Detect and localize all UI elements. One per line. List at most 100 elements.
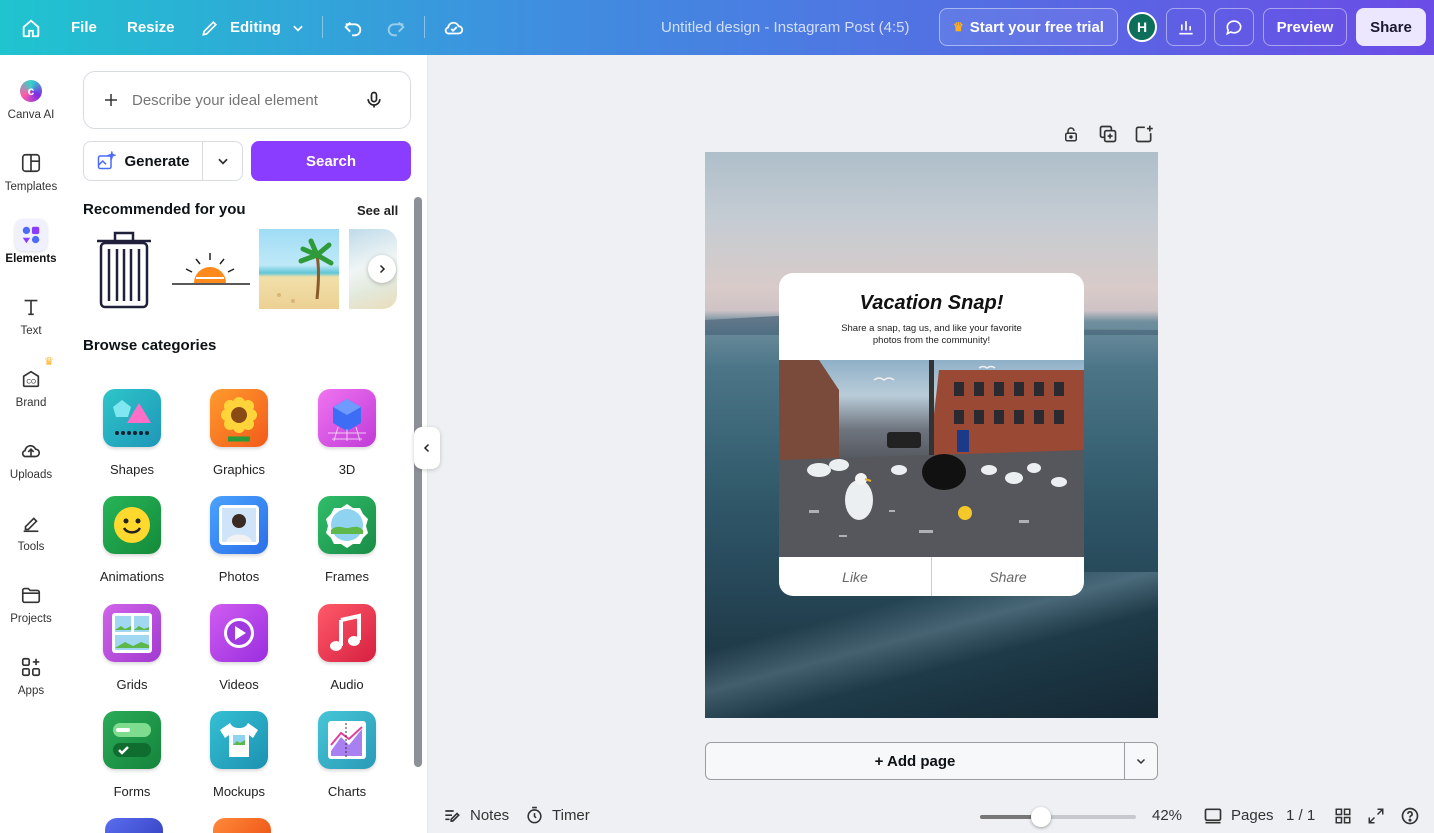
- pencil-icon: [202, 20, 218, 36]
- carousel-next-button[interactable]: [368, 255, 396, 283]
- category-animations[interactable]: Animations: [82, 490, 182, 584]
- category-label: Videos: [219, 677, 259, 692]
- free-trial-label: Start your free trial: [969, 18, 1104, 36]
- zoom-slider-handle[interactable]: [1031, 807, 1051, 827]
- rail-item-text[interactable]: Text: [0, 291, 62, 355]
- zoom-slider[interactable]: [980, 807, 1136, 827]
- notes-button[interactable]: Notes: [442, 806, 509, 826]
- category-charts[interactable]: Charts: [297, 705, 397, 799]
- category-label: Mockups: [212, 784, 266, 799]
- plus-icon[interactable]: [102, 91, 120, 109]
- microphone-icon[interactable]: [364, 89, 384, 111]
- rail-item-canva-ai[interactable]: c Canva AI: [0, 75, 62, 139]
- smiley-icon: [103, 490, 167, 554]
- redo-icon: [387, 21, 405, 36]
- category-mockups[interactable]: Mockups: [189, 705, 289, 799]
- redo-button[interactable]: [385, 0, 407, 55]
- collapse-panel-button[interactable]: [414, 427, 440, 469]
- add-page-icon[interactable]: [1134, 124, 1154, 144]
- file-menu[interactable]: File: [71, 0, 97, 55]
- category-forms[interactable]: Forms: [82, 705, 182, 799]
- seagull-street-photo[interactable]: [779, 360, 1084, 557]
- rail-item-tools[interactable]: Tools: [0, 507, 62, 571]
- category-label: Audio: [330, 677, 364, 692]
- pages-button[interactable]: Pages: [1203, 806, 1274, 826]
- crown-icon: ♛: [953, 20, 964, 34]
- avatar[interactable]: H: [1127, 12, 1157, 42]
- zoom-percentage[interactable]: 42%: [1152, 807, 1182, 824]
- undo-button[interactable]: [342, 0, 364, 55]
- canva-ai-icon: c: [15, 75, 47, 107]
- rail-label: Canva AI: [7, 109, 55, 121]
- page-count: 1 / 1: [1286, 807, 1316, 824]
- timer-button[interactable]: Timer: [525, 806, 590, 825]
- rail-label: Templates: [4, 181, 58, 193]
- element-search-box[interactable]: [83, 71, 411, 129]
- chevron-down-icon: [217, 158, 228, 165]
- home-button[interactable]: [20, 0, 42, 55]
- recommended-trash-can[interactable]: [89, 227, 159, 311]
- category-label: Photos: [218, 569, 260, 584]
- card-share-button[interactable]: Share: [932, 557, 1084, 596]
- cube-3d-icon: [318, 383, 382, 447]
- editing-menu[interactable]: Editing: [200, 0, 305, 55]
- crown-icon: ♛: [44, 356, 54, 368]
- tshirt-icon: [210, 705, 274, 769]
- rail-label: Apps: [17, 685, 45, 697]
- category-graphics[interactable]: Graphics: [189, 383, 289, 477]
- design-page[interactable]: Vacation Snap! Share a snap, tag us, and…: [705, 152, 1158, 718]
- panel-scrollbar[interactable]: [414, 197, 422, 767]
- fullscreen-icon[interactable]: [1367, 807, 1385, 825]
- see-all-link[interactable]: See all: [357, 203, 398, 218]
- duplicate-page-icon[interactable]: [1098, 124, 1118, 144]
- category-grids[interactable]: Grids: [82, 598, 182, 692]
- preview-button[interactable]: Preview: [1263, 8, 1347, 46]
- category-videos[interactable]: Videos: [189, 598, 289, 692]
- svg-text:CO: CO: [26, 379, 36, 386]
- rail-item-apps[interactable]: Apps: [0, 651, 62, 715]
- element-search-input[interactable]: [132, 91, 352, 109]
- post-card[interactable]: Vacation Snap! Share a snap, tag us, and…: [779, 273, 1084, 596]
- free-trial-button[interactable]: ♛ Start your free trial: [939, 8, 1118, 46]
- add-page-button[interactable]: + Add page: [705, 742, 1125, 780]
- save-status-button[interactable]: [443, 0, 465, 55]
- cloud-check-icon: [444, 21, 464, 34]
- help-icon[interactable]: [1400, 806, 1420, 826]
- bar-chart-icon: [1179, 21, 1193, 35]
- rail-item-templates[interactable]: Templates: [0, 147, 62, 211]
- recommended-sunset[interactable]: [170, 245, 252, 295]
- category-partial-2[interactable]: [213, 818, 271, 833]
- browse-heading: Browse categories: [83, 337, 217, 354]
- rail-item-projects[interactable]: Projects: [0, 579, 62, 643]
- rail-item-elements[interactable]: Elements: [0, 219, 62, 283]
- category-audio[interactable]: Audio: [297, 598, 397, 692]
- projects-icon: [15, 579, 47, 611]
- category-frames[interactable]: Frames: [297, 490, 397, 584]
- category-shapes[interactable]: Shapes: [82, 383, 182, 477]
- add-page-options-button[interactable]: [1124, 742, 1158, 780]
- templates-icon: [15, 147, 47, 179]
- category-3d[interactable]: 3D: [297, 383, 397, 477]
- recommended-beach[interactable]: [259, 229, 339, 309]
- search-button[interactable]: Search: [251, 141, 411, 181]
- generate-button[interactable]: Generate: [83, 141, 203, 181]
- home-icon: [22, 18, 40, 37]
- generate-options-button[interactable]: [202, 141, 243, 181]
- lock-icon[interactable]: [1062, 124, 1080, 144]
- grid-view-icon[interactable]: [1334, 807, 1352, 825]
- like-button[interactable]: Like: [779, 557, 931, 596]
- category-photos[interactable]: Photos: [189, 490, 289, 584]
- resize-menu[interactable]: Resize: [127, 0, 175, 55]
- share-button[interactable]: Share: [1356, 8, 1426, 46]
- comments-button[interactable]: [1214, 8, 1254, 46]
- rail-item-brand[interactable]: CO ♛ Brand: [0, 356, 62, 427]
- chevron-down-icon: [1136, 758, 1146, 765]
- category-partial-1[interactable]: [105, 818, 163, 833]
- document-title[interactable]: Untitled design - Instagram Post (4:5): [661, 0, 909, 55]
- category-label: Shapes: [109, 462, 155, 477]
- insights-button[interactable]: [1166, 8, 1206, 46]
- category-label: Animations: [99, 569, 165, 584]
- tools-icon: [15, 507, 47, 539]
- notes-icon: [445, 809, 460, 822]
- rail-item-uploads[interactable]: Uploads: [0, 435, 62, 499]
